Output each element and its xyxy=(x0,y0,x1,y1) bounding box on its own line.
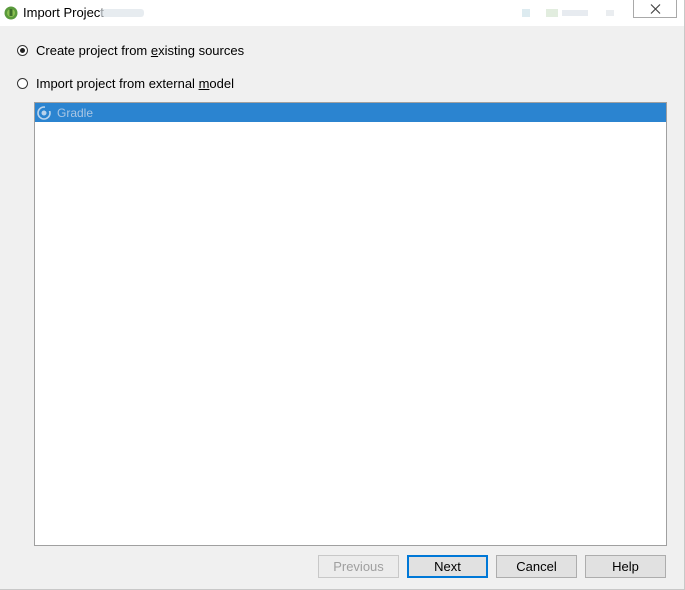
create-from-existing-sources-option[interactable]: Create project from existing sources xyxy=(17,41,244,59)
help-button[interactable]: Help xyxy=(585,555,666,578)
list-item-gradle[interactable]: Gradle xyxy=(35,103,666,122)
previous-button[interactable]: Previous xyxy=(318,555,399,578)
external-model-list[interactable]: Gradle xyxy=(34,102,667,546)
close-button[interactable] xyxy=(633,0,677,18)
import-from-external-model-label: Import project from external model xyxy=(36,75,234,91)
title-bar: Import Project xyxy=(0,0,684,26)
next-button[interactable]: Next xyxy=(407,555,488,578)
close-icon xyxy=(650,4,661,14)
import-project-dialog: Import Project Create project from exist… xyxy=(0,0,685,590)
create-from-existing-sources-radio[interactable] xyxy=(17,44,28,56)
create-from-existing-sources-label: Create project from existing sources xyxy=(36,42,245,58)
background-toolbar-ghost-icons xyxy=(522,9,614,17)
android-studio-icon xyxy=(4,6,18,20)
window-title: Import Project xyxy=(23,5,104,20)
import-from-external-model-radio[interactable] xyxy=(17,77,28,89)
background-window-title-ghost xyxy=(100,9,144,17)
cancel-button[interactable]: Cancel xyxy=(496,555,577,578)
import-from-external-model-option[interactable]: Import project from external model xyxy=(17,74,234,92)
list-item-label: Gradle xyxy=(57,105,94,120)
gradle-icon xyxy=(37,105,51,120)
